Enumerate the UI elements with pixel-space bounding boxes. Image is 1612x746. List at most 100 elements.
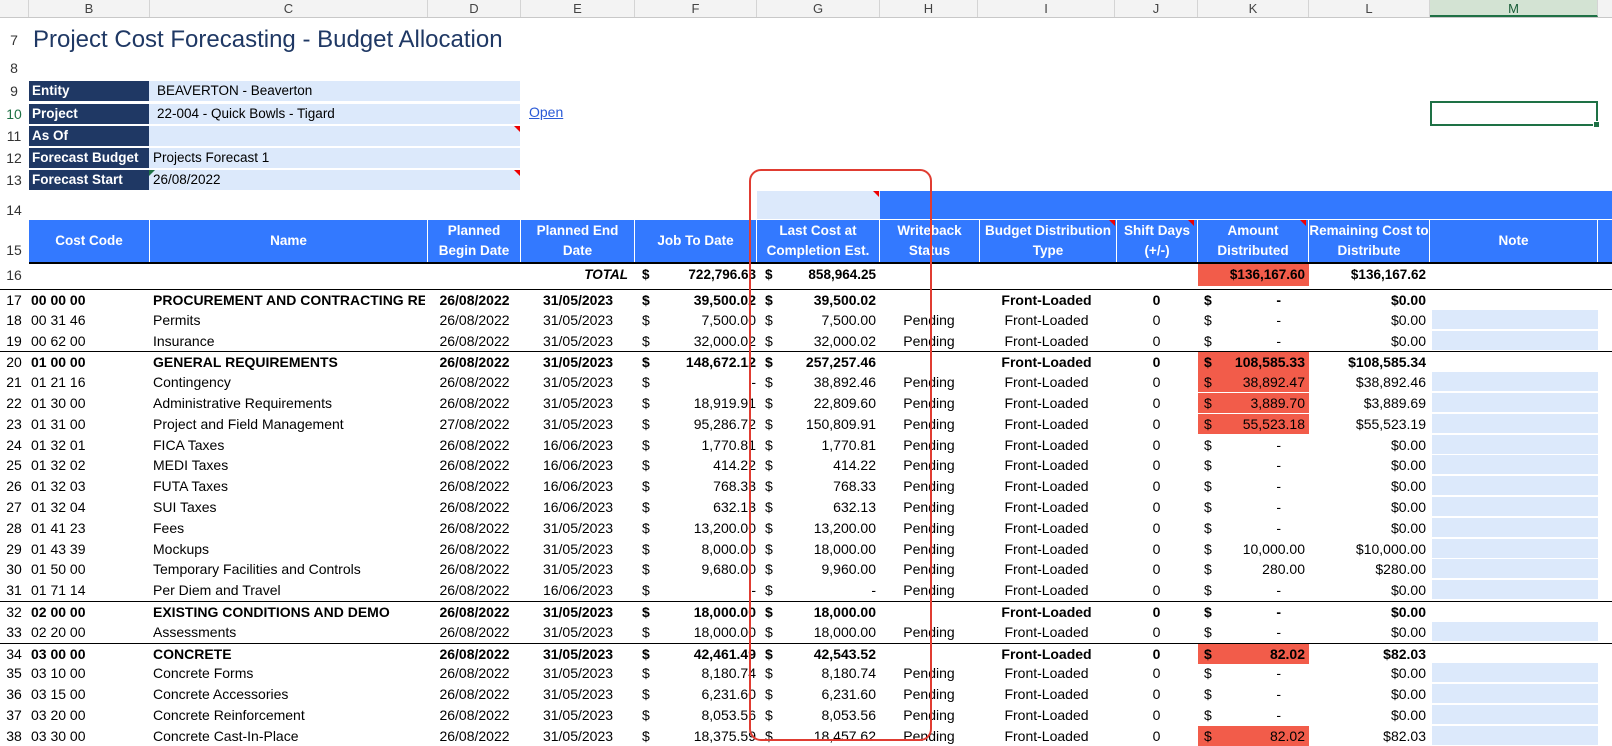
end-date-cell[interactable]: 31/05/2023 — [521, 331, 635, 351]
name-cell[interactable]: Insurance — [153, 331, 425, 351]
writeback-status-cell[interactable]: Pending — [880, 497, 978, 517]
job-to-date-cell[interactable]: - — [660, 580, 756, 600]
name-cell[interactable]: MEDI Taxes — [153, 455, 425, 475]
row-header-selected[interactable]: 10 — [0, 104, 28, 124]
cost-code-cell[interactable]: 01 43 39 — [31, 539, 148, 559]
row-header[interactable]: 33 — [0, 622, 28, 642]
col-note-header[interactable]: Note — [1430, 220, 1598, 262]
distribution-type-cell[interactable]: Front-Loaded — [978, 518, 1115, 538]
note-input[interactable] — [1432, 476, 1598, 496]
row-header[interactable]: 35 — [0, 663, 28, 683]
remaining-cell[interactable]: $108,585.34 — [1309, 352, 1430, 372]
distribution-type-cell[interactable]: Front-Loaded — [978, 559, 1115, 579]
job-to-date-cell[interactable]: 42,461.49 — [660, 644, 756, 664]
job-to-date-cell[interactable]: 18,000.00 — [660, 602, 756, 622]
remaining-cell[interactable]: $0.00 — [1309, 705, 1430, 725]
job-to-date-cell[interactable]: 95,286.72 — [660, 414, 756, 434]
amount-distributed-cell[interactable]: $3,889.70 — [1198, 393, 1309, 413]
end-date-cell[interactable]: 31/05/2023 — [521, 602, 635, 622]
last-cost-cell[interactable]: 768.33 — [780, 476, 876, 496]
amount-distributed-cell[interactable]: $ - — [1198, 518, 1309, 538]
remaining-cell[interactable]: $3,889.69 — [1309, 393, 1430, 413]
end-date-cell[interactable]: 16/06/2023 — [521, 476, 635, 496]
shift-days-cell[interactable]: 0 — [1115, 497, 1198, 517]
name-cell[interactable]: Permits — [153, 310, 425, 330]
end-date-cell[interactable]: 31/05/2023 — [521, 393, 635, 413]
shift-days-cell[interactable]: 0 — [1115, 352, 1198, 372]
job-to-date-cell[interactable]: 768.33 — [660, 476, 756, 496]
begin-date-cell[interactable]: 26/08/2022 — [428, 663, 521, 683]
project-field[interactable]: 22-004 - Quick Bowls - Tigard — [149, 104, 520, 124]
as-of-field[interactable] — [149, 126, 520, 146]
remaining-cell[interactable]: $0.00 — [1309, 663, 1430, 683]
begin-date-cell[interactable]: 26/08/2022 — [428, 393, 521, 413]
cost-code-cell[interactable]: 01 32 03 — [31, 476, 148, 496]
begin-date-cell[interactable]: 27/08/2022 — [428, 414, 521, 434]
begin-date-cell[interactable]: 26/08/2022 — [428, 290, 521, 310]
name-cell[interactable]: EXISTING CONDITIONS AND DEMO — [153, 602, 425, 622]
shift-days-cell[interactable]: 0 — [1115, 559, 1198, 579]
cost-code-cell[interactable]: 02 20 00 — [31, 622, 148, 642]
row-header[interactable]: 24 — [0, 435, 28, 455]
distribution-type-cell[interactable]: Front-Loaded — [978, 622, 1115, 642]
end-date-cell[interactable]: 31/05/2023 — [521, 663, 635, 683]
row-header[interactable]: 9 — [0, 81, 28, 101]
column-header-e[interactable]: E — [521, 0, 635, 17]
shift-days-cell[interactable]: 0 — [1115, 290, 1198, 310]
writeback-status-cell[interactable]: Pending — [880, 539, 978, 559]
remaining-cell[interactable]: $0.00 — [1309, 310, 1430, 330]
writeback-status-cell[interactable]: Pending — [880, 559, 978, 579]
remaining-cell[interactable]: $55,523.19 — [1309, 414, 1430, 434]
col-cost-code-header[interactable]: Cost Code — [29, 220, 150, 262]
cost-code-cell[interactable]: 01 41 23 — [31, 518, 148, 538]
shift-days-cell[interactable]: 0 — [1115, 518, 1198, 538]
amount-distributed-cell[interactable]: $ - — [1198, 622, 1309, 642]
row-header[interactable]: 26 — [0, 476, 28, 496]
remaining-cell[interactable]: $0.00 — [1309, 290, 1430, 310]
row-header[interactable]: 19 — [0, 331, 28, 351]
distribution-type-cell[interactable]: Front-Loaded — [978, 435, 1115, 455]
row-header[interactable]: 17 — [0, 290, 28, 310]
last-cost-cell[interactable]: 414.22 — [780, 455, 876, 475]
writeback-status-cell[interactable]: Pending — [880, 372, 978, 392]
row-header[interactable]: 34 — [0, 644, 28, 664]
shift-days-cell[interactable]: 0 — [1115, 455, 1198, 475]
note-input[interactable] — [1432, 455, 1598, 475]
amount-distributed-cell[interactable]: $ - — [1198, 684, 1309, 704]
note-input[interactable] — [1432, 684, 1598, 704]
note-input[interactable] — [1432, 538, 1598, 558]
last-cost-cell[interactable]: 150,809.91 — [780, 414, 876, 434]
cost-code-cell[interactable]: 01 32 01 — [31, 435, 148, 455]
job-to-date-cell[interactable]: 414.22 — [660, 455, 756, 475]
amount-distributed-cell[interactable]: $38,892.47 — [1198, 372, 1309, 393]
cost-code-cell[interactable]: 01 32 04 — [31, 497, 148, 517]
row-header[interactable]: 18 — [0, 310, 28, 330]
job-to-date-cell[interactable]: 18,000.00 — [660, 622, 756, 642]
last-cost-cell[interactable]: 13,200.00 — [780, 518, 876, 538]
shift-days-cell[interactable]: 0 — [1115, 663, 1198, 683]
total-label[interactable]: TOTAL — [400, 264, 628, 286]
column-header-m[interactable]: M — [1430, 0, 1598, 17]
end-date-cell[interactable]: 31/05/2023 — [521, 726, 635, 746]
end-date-cell[interactable]: 31/05/2023 — [521, 559, 635, 579]
last-cost-cell[interactable]: 6,231.60 — [780, 684, 877, 704]
row-header[interactable]: 20 — [0, 352, 28, 372]
amount-distributed-cell[interactable]: $ - — [1198, 497, 1309, 517]
distribution-type-cell[interactable]: Front-Loaded — [978, 644, 1115, 664]
writeback-status-cell[interactable] — [880, 290, 978, 310]
last-cost-cell[interactable]: 32,000.02 — [780, 331, 876, 351]
last-cost-cell[interactable]: 8,180.74 — [780, 663, 877, 683]
amount-distributed-cell[interactable]: $ - — [1198, 580, 1309, 600]
amount-distributed-cell[interactable]: $ - — [1198, 476, 1309, 496]
row-header[interactable]: 31 — [0, 580, 28, 600]
distribution-type-cell[interactable]: Front-Loaded — [978, 705, 1115, 725]
fill-handle[interactable] — [1593, 121, 1600, 128]
writeback-status-cell[interactable]: Pending — [880, 705, 978, 725]
amount-distributed-cell[interactable]: $10,000.00 — [1198, 539, 1309, 559]
remaining-cell[interactable]: $0.00 — [1309, 455, 1430, 475]
name-cell[interactable]: Concrete Accessories — [153, 684, 425, 704]
end-date-cell[interactable]: 31/05/2023 — [521, 705, 635, 725]
begin-date-cell[interactable]: 26/08/2022 — [428, 372, 521, 392]
job-to-date-cell[interactable]: 6,231.60 — [660, 684, 757, 704]
begin-date-cell[interactable]: 26/08/2022 — [428, 559, 521, 579]
